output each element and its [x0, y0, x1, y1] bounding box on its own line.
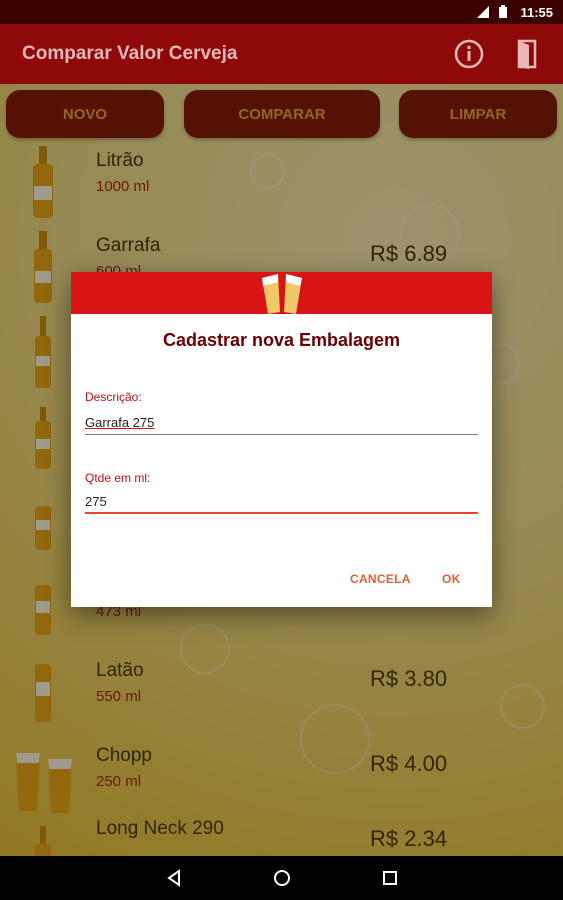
info-icon [454, 39, 484, 69]
dialog-header [71, 272, 492, 314]
status-time: 11:55 [520, 4, 553, 20]
wifi-icon [476, 5, 490, 19]
info-button[interactable] [453, 38, 485, 70]
cancel-button[interactable]: CANCELA [350, 572, 411, 586]
dialog-title: Cadastrar nova Embalagem [162, 330, 401, 350]
status-bar: 11:55 [0, 0, 563, 24]
beer-toast-icon [262, 274, 302, 314]
qty-label: Qtde em ml: [85, 471, 151, 485]
description-label: Descrição: [85, 390, 142, 404]
battery-icon [498, 5, 512, 19]
description-underline [85, 434, 478, 435]
description-input[interactable]: Garrafa 275 [85, 415, 154, 430]
home-icon[interactable] [272, 868, 292, 888]
app-bar: Comparar Valor Cerveja [0, 24, 563, 84]
app-title: Comparar Valor Cerveja [22, 43, 238, 64]
exit-door-icon [517, 39, 537, 69]
back-icon[interactable] [164, 868, 184, 888]
new-package-dialog: Cadastrar nova Embalagem Descrição: Garr… [71, 272, 492, 607]
exit-button[interactable] [511, 38, 543, 70]
ok-button[interactable]: OK [442, 572, 461, 586]
qty-input[interactable]: 275 [85, 494, 107, 509]
navigation-bar [0, 856, 563, 900]
qty-underline [85, 512, 478, 514]
recents-icon[interactable] [381, 869, 399, 887]
